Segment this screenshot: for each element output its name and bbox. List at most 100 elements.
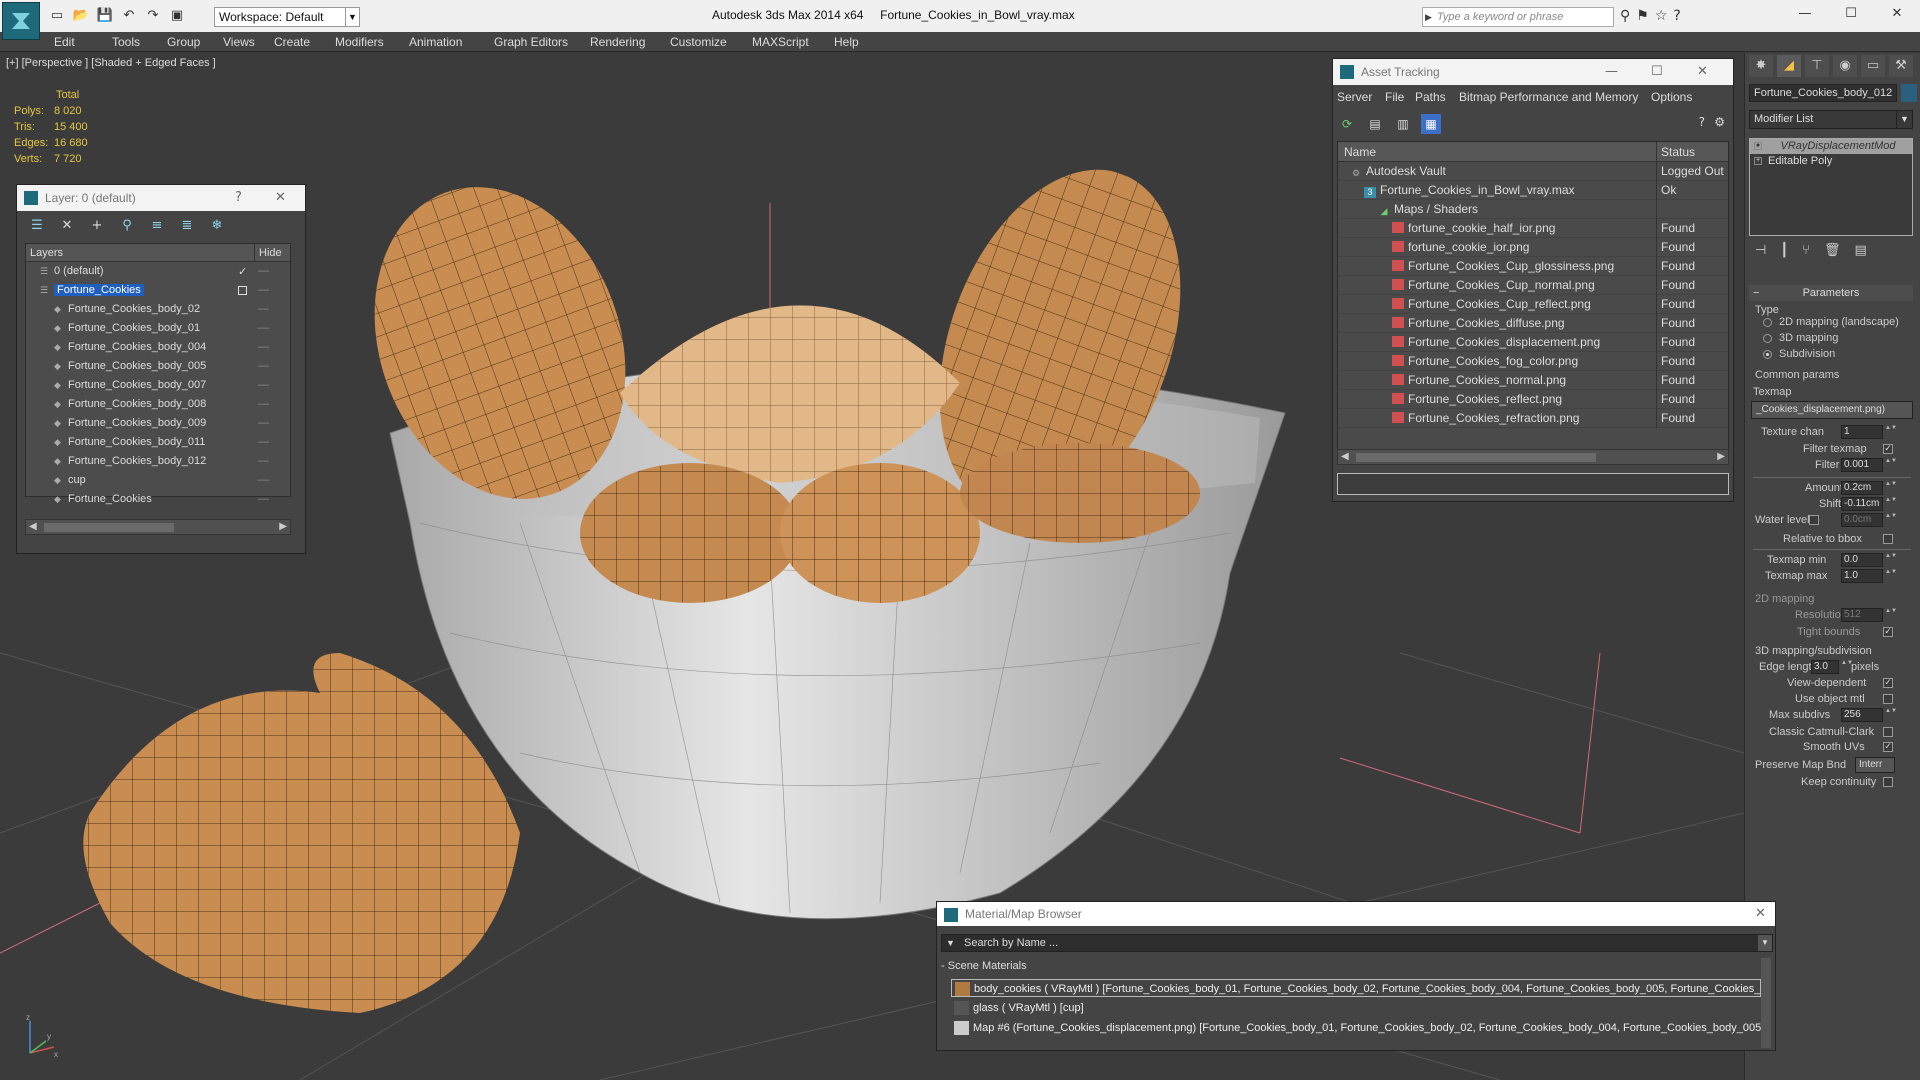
asset-path-field[interactable] [1337,473,1729,495]
layer-row[interactable]: ◆ Fortune_Cookies_body_004 — [26,338,290,357]
maximize-button[interactable]: ☐ [1828,0,1874,28]
list-view-icon[interactable]: ▤ [1365,114,1385,134]
layer-row[interactable]: ◆ Fortune_Cookies_body_02 — [26,300,290,319]
radio-2d-mapping[interactable] [1763,318,1772,327]
menu-options[interactable]: Options [1651,90,1692,104]
modifier-list-dropdown[interactable]: Modifier List ▼ [1749,110,1913,129]
hierarchy-tab-icon[interactable]: ⊤ [1805,55,1829,77]
col-hide[interactable]: Hide [254,244,288,262]
view-dependent-checkbox[interactable]: ✓ [1883,678,1893,688]
select-objects-icon[interactable]: ⚲ [117,217,137,235]
asset-row[interactable]: Fortune_Cookies_displacement.png Found [1338,333,1728,352]
help-button[interactable]: ? [235,185,242,211]
asset-row[interactable]: Fortune_Cookies_fog_color.png Found [1338,352,1728,371]
hold-icon[interactable]: ▣ [166,6,188,26]
modifier-stack-item[interactable]: + Editable Poly [1750,154,1912,169]
asset-row[interactable]: ⚙ Autodesk Vault Logged Out [1338,162,1728,181]
menu-graph-editors[interactable]: Graph Editors [494,35,568,49]
communication-center-icon[interactable]: ⚑ [1636,8,1649,24]
asset-tracking-titlebar[interactable]: Asset Tracking — ☐ ✕ [1333,59,1733,85]
asset-row[interactable]: Fortune_Cookies_Cup_normal.png Found [1338,276,1728,295]
viewport-label[interactable]: [+] [Perspective ] [Shaded + Edged Faces… [6,57,216,69]
new-file-icon[interactable]: ▭ [46,6,68,26]
material-row[interactable]: body_cookies ( VRayMtl ) [Fortune_Cookie… [951,979,1761,997]
menu-modifiers[interactable]: Modifiers [335,35,384,49]
radio-3d-mapping[interactable] [1763,334,1772,343]
asset-row[interactable]: Fortune_Cookies_diffuse.png Found [1338,314,1728,333]
smooth-uvs-checkbox[interactable]: ✓ [1883,742,1893,752]
save-icon[interactable]: 💾 [94,6,116,26]
menu-edit[interactable]: Edit [54,35,75,49]
delete-layer-icon[interactable]: ✕ [57,217,77,235]
layer-row[interactable]: ☰ 0 (default) — ✓ [26,262,290,281]
freeze-all-icon[interactable]: ❄ [207,217,227,235]
make-unique-icon[interactable]: ⑂ [1802,243,1810,258]
asset-row[interactable]: Fortune_Cookies_reflect.png Found [1338,390,1728,409]
menu-help[interactable]: Help [834,35,859,49]
layer-row[interactable]: ◆ Fortune_Cookies_body_011 — [26,433,290,452]
spinner-arrows-icon[interactable]: ▲▼ [1885,425,1897,439]
texture-chan-spinner[interactable]: 1 [1841,425,1883,439]
hide-toggle[interactable]: — [258,471,269,490]
current-layer-check-icon[interactable]: ✓ [238,262,247,281]
filter-texmap-checkbox[interactable]: ✓ [1883,444,1893,454]
expand-icon[interactable]: + [1754,157,1762,165]
spinner-arrows-icon[interactable]: ▲▼ [1885,553,1897,567]
search-by-name-input[interactable]: ▼ Search by Name ... ▼ [941,934,1773,952]
show-end-result-icon[interactable]: ┃ [1780,243,1788,258]
spinner-arrows-icon[interactable]: ▲▼ [1885,458,1897,472]
asset-row[interactable]: ◢ Maps / Shaders [1338,200,1728,219]
relative-bbox-checkbox[interactable] [1883,534,1893,544]
layer-row[interactable]: ◆ Fortune_Cookies_body_008 — [26,395,290,414]
use-object-mtl-checkbox[interactable] [1883,694,1893,704]
scroll-thumb[interactable] [1356,453,1596,462]
keyword-search-input[interactable]: ▶ Type a keyword or phrase [1422,7,1614,27]
hide-toggle[interactable]: — [258,490,269,509]
add-layer-icon[interactable]: + [87,217,107,235]
amount-spinner[interactable]: 0.2cm [1841,481,1883,495]
options-triangle-icon[interactable]: ▼ [946,935,955,951]
modify-tab-icon[interactable]: ◢ [1777,55,1801,77]
spinner-arrows-icon[interactable]: ▲▼ [1885,569,1897,583]
scroll-left-icon[interactable]: ◀ [29,520,37,534]
menu-group[interactable]: Group [167,35,200,49]
layer-row[interactable]: ◆ Fortune_Cookies_body_007 — [26,376,290,395]
hide-toggle[interactable]: — [258,395,269,414]
binoculars-icon[interactable]: ⚲ [1620,8,1630,24]
texmap-button[interactable]: _Cookies_displacement.png) [1751,401,1913,419]
motion-tab-icon[interactable]: ◉ [1833,55,1857,77]
close-icon[interactable]: ✕ [1697,59,1708,85]
layer-row[interactable]: ◆ Fortune_Cookies — [26,490,290,509]
preserve-map-dropdown[interactable]: Interr [1855,757,1895,773]
asset-hscrollbar[interactable]: ◀ ▶ [1337,449,1729,465]
parameters-rollout-header[interactable]: − Parameters [1749,285,1913,301]
asset-row[interactable]: 3 Fortune_Cookies_in_Bowl_vray.max Ok [1338,181,1728,200]
asset-row[interactable]: Fortune_Cookies_normal.png Found [1338,371,1728,390]
hide-toggle[interactable]: — [258,376,269,395]
pin-stack-icon[interactable]: ⊣ [1755,243,1766,258]
spinner-arrows-icon[interactable]: ▲▼ [1885,497,1897,511]
undo-icon[interactable]: ↶ [118,6,140,26]
table-view-icon[interactable]: ▦ [1421,114,1441,134]
chevron-down-icon[interactable]: ▼ [1758,935,1772,951]
menu-bitmap-performance[interactable]: Bitmap Performance and Memory [1459,90,1638,104]
water-level-spinner[interactable]: 0.0cm [1841,513,1883,527]
spinner-arrows-icon[interactable]: ▲▼ [1885,608,1897,622]
open-file-icon[interactable]: 📂 [70,6,92,26]
bulb-icon[interactable]: ● [1754,142,1762,150]
asset-row[interactable]: fortune_cookie_ior.png Found [1338,238,1728,257]
filter-blur-spinner[interactable]: 0.001 [1841,458,1883,472]
keep-continuity-checkbox[interactable] [1883,777,1893,787]
spinner-arrows-icon[interactable]: ▲▼ [1841,660,1853,674]
layer-box-icon[interactable] [238,286,247,295]
tree-view-icon[interactable]: ▥ [1393,114,1413,134]
menu-file[interactable]: File [1385,90,1404,104]
hide-all-icon[interactable]: ≣ [177,217,197,235]
menu-customize[interactable]: Customize [670,35,727,49]
workspace-select[interactable]: Workspace: Default ▼ [214,7,360,27]
close-button[interactable]: ✕ [1874,0,1920,28]
scroll-right-icon[interactable]: ▶ [1717,450,1725,464]
spinner-arrows-icon[interactable]: ▲▼ [1885,513,1897,527]
col-layers[interactable]: Layers [30,247,63,259]
layer-row[interactable]: ◆ Fortune_Cookies_body_005 — [26,357,290,376]
